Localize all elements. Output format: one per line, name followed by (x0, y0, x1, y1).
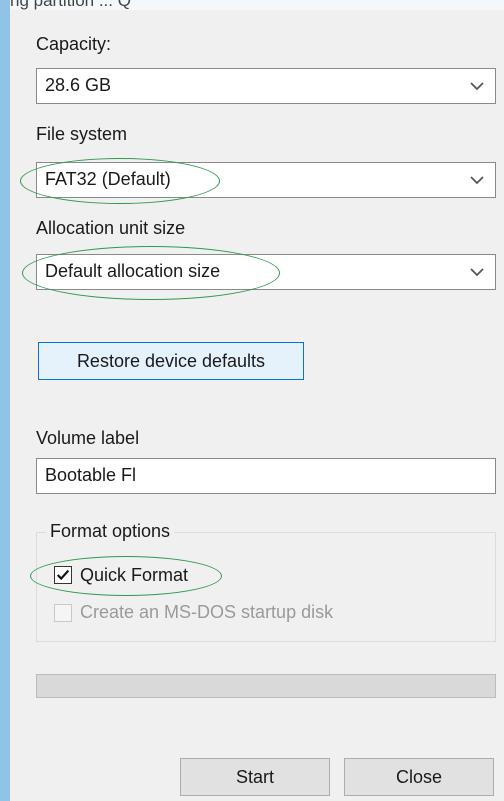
format-options-title: Format options (46, 521, 175, 542)
msdos-startup-label: Create an MS-DOS startup disk (80, 602, 334, 622)
format-options-group (36, 532, 496, 642)
checkmark-icon (56, 569, 70, 581)
format-progress-bar (36, 674, 496, 698)
capacity-dropdown[interactable]: 28.6 GB (36, 68, 496, 104)
allocation-label: Allocation unit size (36, 218, 186, 238)
volume-label-label: Volume label (36, 428, 140, 448)
volume-label-value: Bootable Fl (45, 465, 137, 485)
file-system-label: File system (36, 124, 128, 144)
quick-format-label[interactable]: Quick Format (80, 565, 188, 586)
file-system-value: FAT32 (Default) (45, 169, 171, 189)
quick-format-checkbox[interactable] (54, 566, 72, 584)
restore-defaults-button[interactable]: Restore device defaults (38, 342, 304, 380)
file-system-dropdown[interactable]: FAT32 (Default) (36, 162, 496, 198)
close-button[interactable]: Close (344, 758, 494, 796)
start-button[interactable]: Start (180, 758, 330, 796)
chevron-down-icon (470, 176, 484, 185)
capacity-value: 28.6 GB (45, 75, 112, 95)
allocation-value: Default allocation size (45, 261, 221, 281)
allocation-dropdown[interactable]: Default allocation size (36, 254, 496, 290)
volume-label-input[interactable]: Bootable Fl (36, 458, 496, 494)
msdos-startup-checkbox (54, 604, 72, 622)
capacity-label: Capacity: (36, 34, 112, 54)
chevron-down-icon (470, 82, 484, 91)
window-frame-edge (0, 0, 10, 801)
chevron-down-icon (470, 268, 484, 277)
